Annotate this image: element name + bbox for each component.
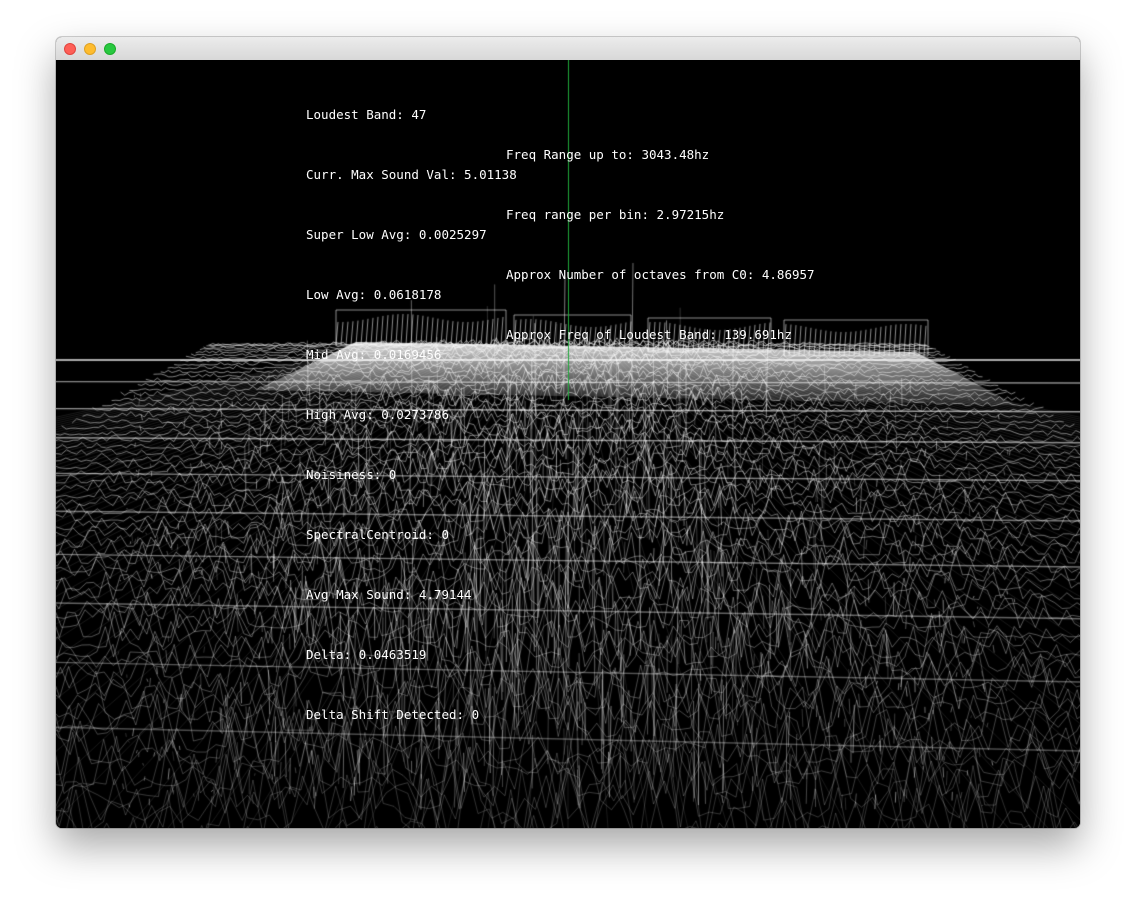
stat-mid-avg: Mid Avg: 0.0169456 bbox=[306, 347, 442, 362]
stat-delta-shift: Delta Shift Detected: 0 bbox=[306, 707, 480, 722]
stat-avg-max-sound: Avg Max Sound: 4.79144 bbox=[306, 587, 472, 602]
stat-freq-range: Freq Range up to: 3043.48hz bbox=[506, 147, 710, 162]
stat-noisiness: Noisiness: 0 bbox=[306, 467, 397, 482]
stats-panel-left: Loudest Band: 47 Curr. Max Sound Val: 5.… bbox=[306, 65, 517, 765]
stat-high-avg: High Avg: 0.0273786 bbox=[306, 407, 449, 422]
stat-octaves-from-c0: Approx Number of octaves from C0: 4.8695… bbox=[506, 267, 815, 282]
stats-panel-right: Freq Range up to: 3043.48hz Freq range p… bbox=[506, 105, 815, 385]
close-button[interactable] bbox=[64, 43, 76, 55]
stat-delta: Delta: 0.0463519 bbox=[306, 647, 427, 662]
maximize-button[interactable] bbox=[104, 43, 116, 55]
stat-low-avg: Low Avg: 0.0618178 bbox=[306, 287, 442, 302]
visualizer-viewport: Loudest Band: 47 Curr. Max Sound Val: 5.… bbox=[56, 60, 1080, 828]
title-bar bbox=[56, 37, 1080, 61]
stat-loudest-band: Loudest Band: 47 bbox=[306, 107, 427, 122]
stat-spectral-centroid: SpectralCentroid: 0 bbox=[306, 527, 449, 542]
stat-loudest-band-freq: Approx Freq of Loudest Band: 139.691hz bbox=[506, 327, 792, 342]
stat-super-low-avg: Super Low Avg: 0.0025297 bbox=[306, 227, 487, 242]
stat-freq-per-bin: Freq range per bin: 2.97215hz bbox=[506, 207, 725, 222]
app-window: Loudest Band: 47 Curr. Max Sound Val: 5.… bbox=[56, 37, 1080, 828]
minimize-button[interactable] bbox=[84, 43, 96, 55]
stat-curr-max-sound: Curr. Max Sound Val: 5.01138 bbox=[306, 167, 517, 182]
